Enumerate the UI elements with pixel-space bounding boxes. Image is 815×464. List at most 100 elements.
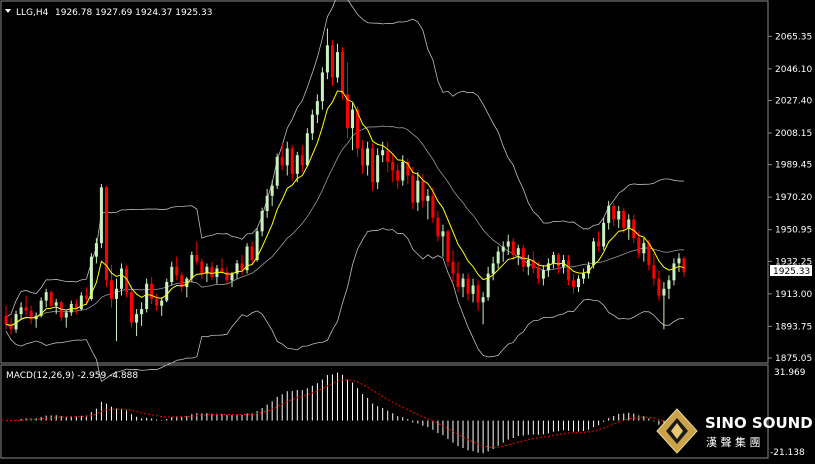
candle-body [49,292,53,306]
candle-body [84,295,88,299]
candle-body [642,243,646,254]
candle-body [351,109,355,129]
candle-body [109,280,113,299]
candle-body [114,288,118,299]
candle-body [471,285,475,294]
candle-body [627,219,631,228]
candle-body [175,266,179,276]
candle-body [381,150,385,156]
candle-body [572,280,576,288]
candle-body [481,297,485,303]
candle-body [371,148,375,183]
candle-body [4,315,8,325]
candle-body [145,283,149,310]
candle-body [556,254,560,267]
candle-body [59,302,63,318]
candle-body [335,52,339,78]
candle-body [140,309,144,315]
candle-body [240,263,244,271]
candle-body [466,278,470,294]
candle-body [280,156,284,166]
candle-body [120,268,124,289]
candle-body [210,266,214,277]
chart-window[interactable]: 2065.35 2046.10 2027.40 2008.15 1989.45 1970.… [0,0,815,460]
chart-background [0,0,815,460]
symbol-label: LLG,H4 [16,8,49,18]
candle-body [416,180,420,203]
candle-body [325,45,329,73]
candle-body [677,258,681,264]
candle-body [195,254,199,262]
candle-body [612,205,616,220]
candle-body [54,302,58,306]
candle-body [657,278,661,296]
candle-body [270,185,274,196]
candle-body [647,243,651,266]
candle-body [592,241,596,266]
price-tick-label: 2008.15 [775,129,812,139]
candle-body [436,217,440,237]
candle-body [662,288,666,296]
candle-body [361,148,365,166]
price-tick-label: 2065.35 [775,32,812,42]
candle-body [300,155,304,166]
candle-body [506,241,510,247]
candle-body [99,187,103,244]
candle-body [501,246,505,252]
macd-axis-bottom: -21.138 [770,448,805,458]
candle-body [94,243,98,257]
candle-body [546,263,550,271]
candle-body [150,283,154,299]
candle-body [130,292,134,323]
candle-body [511,241,515,255]
price-chart[interactable]: 2065.35 2046.10 2027.40 2008.15 1989.45 1970.… [0,0,815,460]
candle-body [396,170,400,181]
candle-body [165,282,169,301]
candle-body [421,180,425,201]
candle-body [285,148,289,166]
price-tick-label: 1893.75 [775,322,812,332]
candle-body [330,45,334,78]
candle-body [652,265,656,279]
candle-body [637,238,641,254]
price-tick-label: 1970.20 [775,193,812,203]
candle-body [260,211,264,232]
candle-body [411,175,415,203]
candle-body [320,72,324,102]
candle-body [446,231,450,262]
macd-label: MACD(12,26,9) -2.959 -4.888 [6,371,138,381]
candle-body [366,148,370,166]
price-tick-label: 1989.45 [775,161,812,171]
candle-body [295,155,299,174]
macd-axis-top: 31.969 [774,368,806,378]
candle-body [451,261,455,274]
candle-body [376,155,380,183]
candle-body [476,285,480,303]
candle-body [566,260,570,281]
candle-body [426,195,430,201]
candle-body [617,211,621,220]
candle-body [582,273,586,279]
candle-body [275,156,279,186]
candle-body [160,300,164,306]
candle-body [19,307,23,315]
candle-body [526,260,530,267]
candle-body [496,251,500,264]
candle-body [265,195,269,212]
candle-body [577,278,581,288]
price-tick-label: 2027.40 [775,96,812,106]
candle-body [461,278,465,288]
candle-body [401,161,405,181]
logo-name: SINO SOUND [705,414,813,432]
candle-body [220,268,224,272]
candle-body [607,205,611,223]
candle-body [551,254,555,264]
candle-body [431,195,435,218]
candle-body [24,307,28,311]
candle-body [170,266,174,283]
candle-body [632,219,636,239]
candle-body [290,148,294,174]
candle-body [44,292,48,301]
candle-body [386,150,390,162]
ohlc-values: 1926.78 1927.69 1924.37 1925.33 [55,8,212,18]
